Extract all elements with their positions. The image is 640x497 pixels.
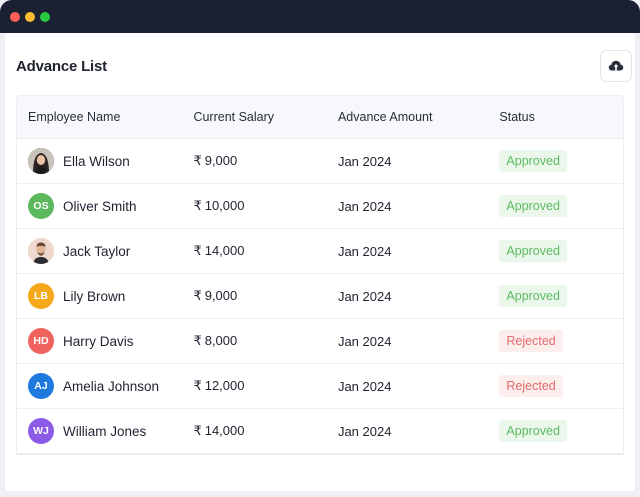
status-badge: Rejected bbox=[499, 330, 563, 352]
rupee-symbol: ₹ bbox=[193, 333, 202, 348]
rupee-symbol: ₹ bbox=[193, 378, 202, 393]
salary-value: 12,000 bbox=[204, 378, 245, 393]
salary-cell: ₹9,000 bbox=[193, 288, 338, 304]
close-window-button[interactable] bbox=[10, 11, 20, 22]
salary-cell: ₹10,000 bbox=[193, 198, 338, 214]
avatar-initials: WJ bbox=[33, 425, 49, 437]
salary-cell: ₹12,000 bbox=[193, 378, 338, 394]
status-cell: Rejected bbox=[499, 375, 623, 397]
salary-value: 9,000 bbox=[204, 153, 238, 168]
advance-cell: Jan 2024 bbox=[337, 333, 392, 349]
salary-value: 14,000 bbox=[204, 243, 245, 258]
employee-name[interactable]: Harry Davis bbox=[63, 334, 134, 349]
employee-name[interactable]: Jack Taylor bbox=[63, 244, 130, 259]
employee-cell: Ella Wilson bbox=[17, 148, 193, 174]
salary-value: 14,000 bbox=[204, 423, 245, 438]
minimize-window-button[interactable] bbox=[25, 11, 35, 22]
column-header-employee-name[interactable]: Employee Name bbox=[17, 110, 193, 124]
employee-cell: WJ William Jones bbox=[17, 418, 193, 444]
table-row[interactable]: WJ William Jones ₹14,000 Jan 2024 Approv… bbox=[17, 409, 623, 454]
status-cell: Approved bbox=[499, 240, 623, 262]
status-badge: Approved bbox=[499, 195, 567, 217]
table-body: Ella Wilson ₹9,000 Jan 2024 Approved OS … bbox=[17, 139, 623, 454]
table-header: Employee Name Current Salary Advance Amo… bbox=[17, 96, 623, 139]
employee-cell: LB Lily Brown bbox=[17, 283, 193, 309]
avatar: LB bbox=[28, 283, 54, 309]
employee-name[interactable]: William Jones bbox=[63, 424, 146, 439]
salary-cell: ₹14,000 bbox=[193, 423, 338, 439]
employee-name[interactable]: Amelia Johnson bbox=[63, 379, 159, 394]
column-header-current-salary[interactable]: Current Salary bbox=[193, 110, 338, 124]
rupee-symbol: ₹ bbox=[193, 198, 202, 213]
advance-cell: Jan 2024 bbox=[337, 288, 392, 304]
avatar: HD bbox=[28, 328, 54, 354]
employee-name[interactable]: Oliver Smith bbox=[63, 199, 137, 214]
employee-name[interactable]: Lily Brown bbox=[63, 289, 125, 304]
app-window: Advance List Employee Name Current Salar… bbox=[0, 0, 640, 497]
cloud-upload-icon bbox=[608, 60, 624, 71]
rupee-symbol: ₹ bbox=[193, 153, 202, 168]
employee-cell: OS Oliver Smith bbox=[17, 193, 193, 219]
title-bar bbox=[0, 0, 640, 33]
avatar bbox=[28, 148, 54, 174]
status-cell: Rejected bbox=[499, 330, 623, 352]
avatar-initials: LB bbox=[34, 290, 48, 302]
rupee-symbol: ₹ bbox=[193, 243, 202, 258]
column-header-status[interactable]: Status bbox=[499, 110, 623, 124]
status-badge: Approved bbox=[499, 240, 567, 262]
table-row[interactable]: OS Oliver Smith ₹10,000 Jan 2024 Approve… bbox=[17, 184, 623, 229]
rupee-symbol: ₹ bbox=[193, 423, 202, 438]
salary-cell: ₹9,000 bbox=[193, 153, 338, 169]
column-header-advance-amount[interactable]: Advance Amount bbox=[338, 110, 499, 124]
main-content: Advance List Employee Name Current Salar… bbox=[5, 33, 635, 491]
salary-cell: ₹14,000 bbox=[193, 243, 338, 259]
status-cell: Approved bbox=[499, 150, 623, 172]
status-badge: Approved bbox=[499, 150, 567, 172]
table-row[interactable]: LB Lily Brown ₹9,000 Jan 2024 Approved bbox=[17, 274, 623, 319]
avatar-initials: OS bbox=[33, 200, 49, 212]
status-cell: Approved bbox=[499, 285, 623, 307]
avatar bbox=[28, 238, 54, 264]
employee-cell: Jack Taylor bbox=[17, 238, 193, 264]
status-cell: Approved bbox=[499, 420, 623, 442]
salary-cell: ₹8,000 bbox=[193, 333, 338, 349]
advance-cell: Jan 2024 bbox=[337, 243, 392, 259]
status-badge: Approved bbox=[499, 420, 567, 442]
advance-cell: Jan 2024 bbox=[337, 378, 392, 394]
employee-cell: HD Harry Davis bbox=[17, 328, 193, 354]
page-header: Advance List bbox=[16, 50, 632, 82]
upload-button[interactable] bbox=[600, 50, 632, 82]
status-badge: Approved bbox=[499, 285, 567, 307]
status-cell: Approved bbox=[499, 195, 623, 217]
advance-cell: Jan 2024 bbox=[337, 153, 392, 169]
employee-cell: AJ Amelia Johnson bbox=[17, 373, 193, 399]
rupee-symbol: ₹ bbox=[193, 288, 202, 303]
table-row[interactable]: AJ Amelia Johnson ₹12,000 Jan 2024 Rejec… bbox=[17, 364, 623, 409]
salary-value: 10,000 bbox=[204, 198, 245, 213]
avatar-initials: HD bbox=[33, 335, 49, 347]
table-row[interactable]: HD Harry Davis ₹8,000 Jan 2024 Rejected bbox=[17, 319, 623, 364]
status-badge: Rejected bbox=[499, 375, 563, 397]
employee-name[interactable]: Ella Wilson bbox=[63, 154, 130, 169]
avatar: AJ bbox=[28, 373, 54, 399]
avatar: WJ bbox=[28, 418, 54, 444]
maximize-window-button[interactable] bbox=[40, 11, 50, 22]
advance-table: Employee Name Current Salary Advance Amo… bbox=[16, 95, 624, 455]
avatar: OS bbox=[28, 193, 54, 219]
table-row[interactable]: Jack Taylor ₹14,000 Jan 2024 Approved bbox=[17, 229, 623, 274]
salary-value: 9,000 bbox=[204, 288, 238, 303]
advance-cell: Jan 2024 bbox=[337, 198, 392, 214]
page-title: Advance List bbox=[16, 57, 107, 75]
table-row[interactable]: Ella Wilson ₹9,000 Jan 2024 Approved bbox=[17, 139, 623, 184]
salary-value: 8,000 bbox=[204, 333, 238, 348]
advance-cell: Jan 2024 bbox=[337, 423, 392, 439]
avatar-initials: AJ bbox=[34, 380, 48, 392]
